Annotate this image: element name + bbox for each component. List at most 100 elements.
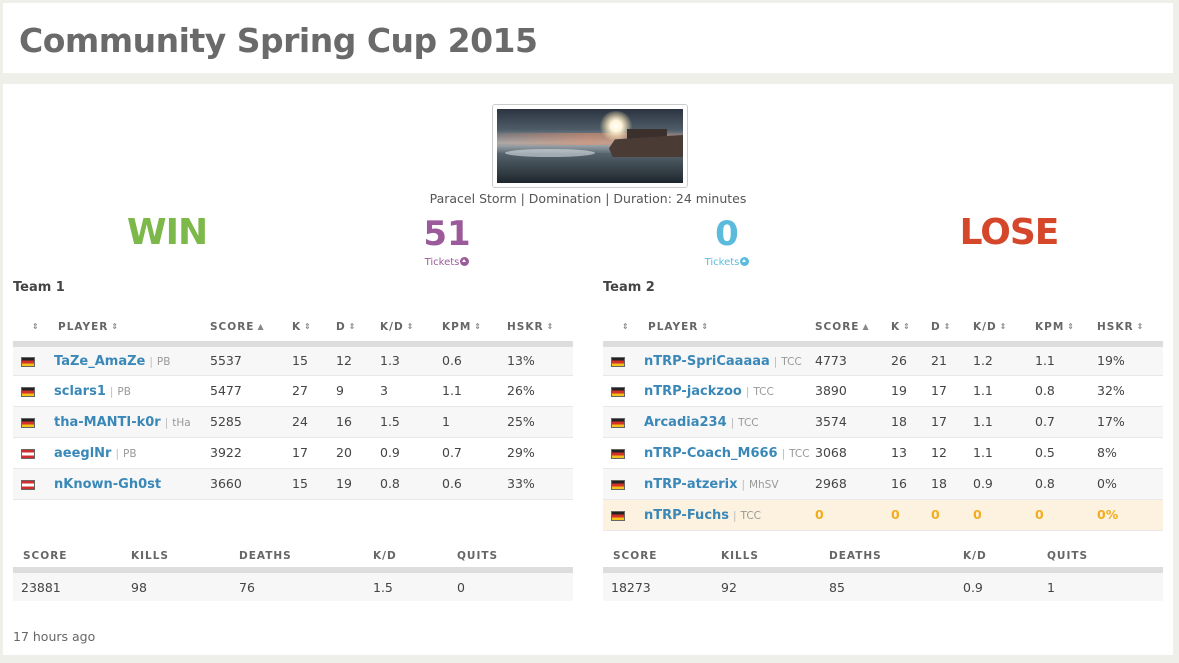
k-column-header[interactable]: K ⇕ (891, 308, 931, 347)
sort-icon: ⇕ (943, 321, 952, 331)
k-column-header[interactable]: K ⇕ (292, 308, 336, 347)
player-row: tha-MANTI-k0r | tHa 5285 24 16 1.5 1 25% (13, 406, 573, 438)
d-column-header[interactable]: D ⇕ (931, 308, 973, 347)
player-name-link[interactable]: nTRP-SpriCaaaaa (644, 354, 770, 369)
player-name-link[interactable]: sclars1 (54, 384, 106, 399)
player-kd: 0.8 (380, 468, 442, 500)
header-panel: Community Spring Cup 2015 (3, 3, 1173, 73)
hskr-column-header[interactable]: HSKR ⇕ (1097, 308, 1163, 347)
player-kd: 1.3 (380, 344, 442, 376)
summary-quits-header: QUITS (1047, 544, 1163, 573)
player-score: 3068 (815, 437, 891, 469)
summary-kd-header: K/D (963, 544, 1047, 573)
player-row: nTRP-atzerix | MhSV 2968 16 18 0.9 0.8 0% (603, 468, 1163, 500)
score-column-header[interactable]: SCORE ▲ (210, 308, 292, 347)
match-panel: Paracel Storm | Domination | Duration: 2… (3, 84, 1173, 655)
player-name-link[interactable]: nTRP-jackzoo (644, 384, 742, 399)
chevron-up-icon (460, 257, 470, 266)
flag-icon (611, 386, 625, 397)
player-kills: 17 (292, 437, 336, 469)
flag-column-header[interactable]: ⇕ (13, 308, 53, 347)
player-deaths: 19 (336, 468, 380, 500)
player-row: aeeglNr | PB 3922 17 20 0.9 0.7 29% (13, 437, 573, 469)
clan-tag: PB (117, 385, 131, 398)
player-column-header[interactable]: PLAYER ⇕ (53, 308, 210, 347)
player-name-link[interactable]: nTRP-Coach_M666 (644, 446, 778, 461)
player-row: Arcadia234 | TCC 3574 18 17 1.1 0.7 17% (603, 406, 1163, 438)
kpm-column-header[interactable]: KPM ⇕ (442, 308, 507, 347)
player-kd: 0.9 (973, 468, 1035, 500)
player-kpm: 0.8 (1035, 375, 1097, 407)
player-kills: 0 (891, 499, 931, 531)
player-kpm: 0 (1035, 499, 1097, 531)
summary-quits: 1 (1047, 570, 1163, 601)
sort-icon: ⇕ (1136, 321, 1145, 331)
flag-icon (21, 386, 35, 397)
player-deaths: 12 (931, 437, 973, 469)
timestamp: 17 hours ago (13, 629, 96, 644)
kpm-column-header[interactable]: KPM ⇕ (1035, 308, 1097, 347)
map-info: Paracel Storm | Domination | Duration: 2… (429, 191, 747, 206)
summary-score: 23881 (13, 570, 131, 601)
player-name-link[interactable]: TaZe_AmaZe (54, 354, 145, 369)
kd-column-header[interactable]: K/D ⇕ (973, 308, 1035, 347)
summary-quits-header: QUITS (457, 544, 573, 573)
player-deaths: 0 (931, 499, 973, 531)
player-name-link[interactable]: Arcadia234 (644, 415, 727, 430)
team1-tickets-label[interactable]: Tickets (387, 257, 507, 268)
clan-separator: | (745, 385, 750, 398)
player-deaths: 16 (336, 406, 380, 438)
player-name-link[interactable]: tha-MANTI-k0r (54, 415, 161, 430)
player-name-link[interactable]: aeeglNr (54, 446, 111, 461)
player-kpm: 1.1 (442, 375, 507, 407)
sort-icon: ⇕ (111, 321, 120, 331)
summary-quits: 0 (457, 570, 573, 601)
player-kd: 1.1 (973, 375, 1035, 407)
hskr-column-header[interactable]: HSKR ⇕ (507, 308, 573, 347)
team1-tickets: 51 (423, 214, 471, 254)
score-column-header[interactable]: SCORE ▲ (815, 308, 891, 347)
player-name-link[interactable]: nTRP-atzerix (644, 477, 737, 492)
player-column-header[interactable]: PLAYER ⇕ (643, 308, 815, 347)
player-hskr: 17% (1097, 406, 1163, 438)
player-kills: 15 (292, 344, 336, 376)
clan-separator: | (773, 355, 778, 368)
sort-icon: ⇕ (1067, 321, 1075, 331)
player-row: nTRP-Fuchs | TCC 0 0 0 0 0 0% (603, 499, 1163, 531)
player-kpm: 1.1 (1035, 344, 1097, 376)
sort-asc-icon: ▲ (257, 321, 265, 331)
d-column-header[interactable]: D ⇕ (336, 308, 380, 347)
summary-kd: 1.5 (373, 570, 457, 601)
summary-deaths-header: DEATHS (829, 544, 963, 573)
flag-column-header[interactable]: ⇕ (603, 308, 643, 347)
player-kills: 24 (292, 406, 336, 438)
summary-kills-header: KILLS (721, 544, 829, 573)
page-title: Community Spring Cup 2015 (19, 21, 538, 60)
player-name-link[interactable]: nKnown-Gh0st (54, 477, 161, 492)
player-hskr: 32% (1097, 375, 1163, 407)
player-score: 0 (815, 499, 891, 531)
player-kd: 1.1 (973, 406, 1035, 438)
flag-icon (611, 417, 625, 428)
sort-icon: ⇕ (304, 321, 312, 331)
kd-column-header[interactable]: K/D ⇕ (380, 308, 442, 347)
team2-tickets-label[interactable]: Tickets (667, 257, 787, 268)
player-score: 3660 (210, 468, 292, 500)
summary-deaths: 85 (829, 570, 963, 601)
player-score: 3922 (210, 437, 292, 469)
chevron-up-icon (740, 257, 750, 266)
sort-asc-icon: ▲ (862, 321, 870, 331)
player-kd: 1.1 (973, 437, 1035, 469)
clan-tag: TCC (753, 385, 774, 398)
map-thumbnail (492, 104, 688, 188)
flag-icon (611, 479, 625, 490)
clan-tag: TCC (738, 416, 759, 429)
player-score: 2968 (815, 468, 891, 500)
summary-kills-header: KILLS (131, 544, 239, 573)
player-name-link[interactable]: nTRP-Fuchs (644, 508, 729, 523)
team2-player-table: ⇕ PLAYER ⇕ SCORE ▲ K ⇕ D ⇕ K/D ⇕ KPM ⇕ HSKR ⇕ n… (603, 308, 1163, 531)
player-row: nKnown-Gh0st 3660 15 19 0.8 0.6 33% (13, 468, 573, 500)
sort-icon: ⇕ (999, 321, 1008, 331)
player-kpm: 0.5 (1035, 437, 1097, 469)
summary-kills: 98 (131, 570, 239, 601)
